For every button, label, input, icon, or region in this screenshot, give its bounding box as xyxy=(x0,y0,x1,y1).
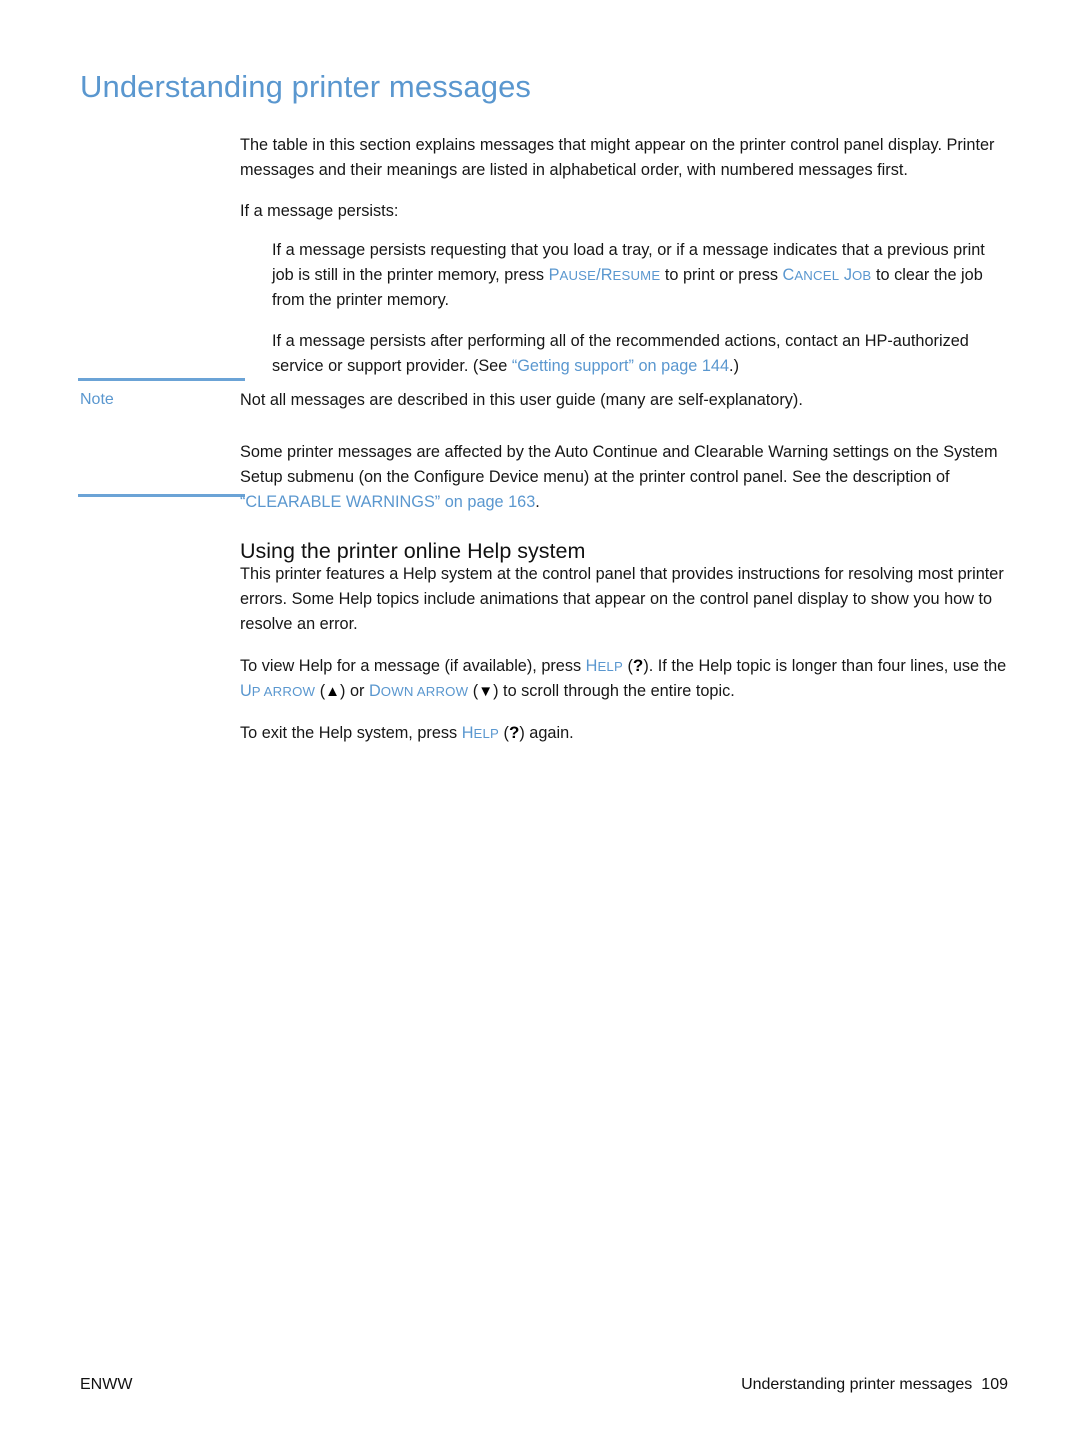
footer-running-head: Understanding printer messages 109 xyxy=(741,1376,1008,1394)
help-p3-paren-close: ) xyxy=(519,724,530,742)
help-p3-text-2: again. xyxy=(529,724,574,742)
help-section-heading: Using the printer online Help system xyxy=(240,538,586,563)
persist-item-2-text-b: .) xyxy=(729,357,739,375)
resume-key-rest: ESUME xyxy=(612,268,661,283)
footer-locale-code: ENWW xyxy=(80,1376,133,1393)
page-footer: ENWW Understanding printer messages 109 xyxy=(80,1376,1008,1394)
help-p2-paren-open: ( xyxy=(622,657,633,675)
help-exit-key-rest: ELP xyxy=(473,726,499,741)
help-paragraph-2: To view Help for a message (if available… xyxy=(240,653,1008,704)
persist-item-1-text-b: to print or press xyxy=(660,266,783,284)
resume-key-initial: R xyxy=(600,266,613,284)
clearable-warnings-link[interactable]: “CLEARABLE WARNINGS” on page 163 xyxy=(240,493,535,511)
getting-support-link[interactable]: “Getting support” on page 144 xyxy=(512,357,729,375)
note-body: Not all messages are described in this u… xyxy=(240,388,1008,515)
help-p2-text-4: to scroll through the entire topic. xyxy=(503,682,735,700)
help-key-exit: HELP xyxy=(462,724,499,742)
help-exit-key-initial: H xyxy=(461,724,474,742)
up-key-rest: P ARROW xyxy=(251,684,316,699)
help-key-rest: ELP xyxy=(597,659,623,674)
intro-section: The table in this section explains messa… xyxy=(240,133,1008,379)
help-paragraph-3: To exit the Help system, press HELP (?) … xyxy=(240,720,1008,746)
help-p2-text-2: If the Help topic is longer than four li… xyxy=(657,657,1007,675)
question-mark-icon-exit: ? xyxy=(508,723,520,742)
note-rule-bottom xyxy=(78,494,245,497)
note-paragraph-1: Not all messages are described in this u… xyxy=(240,391,803,409)
down-arrow-key: DOWN ARROW xyxy=(369,682,468,700)
down-key-rest: OWN ARROW xyxy=(380,684,469,699)
note-paragraph-2: Some printer messages are affected by th… xyxy=(240,440,1008,515)
help-paragraph-1: This printer features a Help system at t… xyxy=(240,565,1004,633)
up-triangle-icon: ▲ xyxy=(325,683,341,700)
pause-key-rest: AUSE xyxy=(559,268,597,283)
document-page: Understanding printer messages The table… xyxy=(0,0,1080,1437)
persist-item-1: If a message persists requesting that yo… xyxy=(272,238,1008,313)
help-key: HELP xyxy=(586,657,623,675)
help-p2-paren-close: ). xyxy=(643,657,658,675)
question-mark-icon: ? xyxy=(632,656,644,675)
help-p2-text-1: To view Help for a message (if available… xyxy=(240,657,586,675)
intro-paragraph-2: If a message persists: xyxy=(240,202,399,220)
help-p2-up-paren-open: ( xyxy=(315,682,326,700)
help-p3-paren-open: ( xyxy=(499,724,509,742)
down-key-initial: D xyxy=(369,682,381,700)
intro-paragraph-1: The table in this section explains messa… xyxy=(240,136,995,179)
down-triangle-icon: ▼ xyxy=(478,683,494,700)
footer-section-title: Understanding printer messages xyxy=(741,1376,973,1393)
help-p3-text-1: To exit the Help system, press xyxy=(240,724,462,742)
help-p2-down-paren-open: ( xyxy=(468,682,479,700)
cancel-job-key: CANCEL JOB xyxy=(783,266,872,284)
page-title: Understanding printer messages xyxy=(80,68,532,104)
help-p2-up-paren-close: ) xyxy=(340,682,350,700)
persist-item-2: If a message persists after performing a… xyxy=(272,329,1008,379)
pause-resume-key: PAUSE/RESUME xyxy=(549,266,661,284)
up-arrow-key: UP ARROW xyxy=(240,682,315,700)
cancel-key-rest: ANCEL xyxy=(794,268,840,283)
note-paragraph-2-text-b: . xyxy=(535,493,540,511)
help-p2-down-paren-close: ) xyxy=(493,682,504,700)
help-section: This printer features a Help system at t… xyxy=(240,562,1008,746)
help-p2-text-3: or xyxy=(349,682,369,700)
note-label: Note xyxy=(80,391,114,408)
note-paragraph-2-text-a: Some printer messages are affected by th… xyxy=(240,443,998,486)
cancel-key-initial: C xyxy=(782,266,795,284)
up-key-initial: U xyxy=(240,682,252,700)
pause-key-initial: P xyxy=(548,266,560,284)
help-key-initial: H xyxy=(585,657,598,675)
note-rule-top xyxy=(78,378,245,381)
job-key-rest: OB xyxy=(851,268,872,283)
footer-page-number: 109 xyxy=(981,1376,1008,1393)
job-key-initial: J xyxy=(839,266,852,284)
